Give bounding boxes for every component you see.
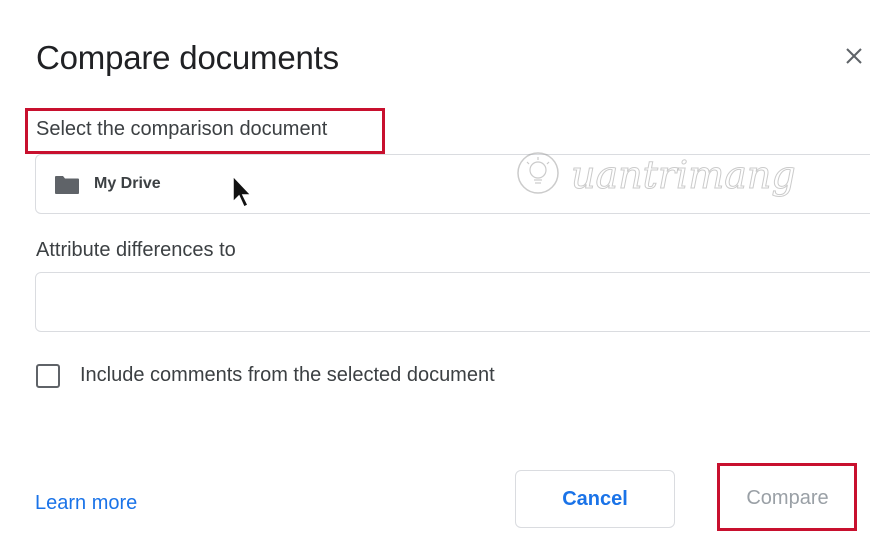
- close-button[interactable]: [838, 40, 870, 72]
- compare-documents-dialog: Compare documents Select the comparison …: [0, 0, 870, 535]
- attribute-differences-label: Attribute differences to: [36, 239, 236, 261]
- folder-icon: [55, 176, 79, 194]
- selected-document-value: My Drive: [94, 175, 161, 192]
- cancel-button[interactable]: Cancel: [515, 470, 675, 528]
- include-comments-label: Include comments from the selected docum…: [80, 364, 495, 386]
- mouse-cursor-icon: [232, 174, 253, 209]
- attribute-differences-input[interactable]: [35, 272, 870, 332]
- dialog-title: Compare documents: [36, 39, 339, 76]
- highlight-box-compare: [717, 463, 857, 531]
- comparison-document-picker[interactable]: My Drive: [35, 154, 870, 214]
- close-icon: [846, 48, 862, 64]
- highlight-box-select-label: [25, 108, 385, 154]
- include-comments-checkbox[interactable]: [36, 364, 60, 388]
- learn-more-link[interactable]: Learn more: [35, 492, 137, 515]
